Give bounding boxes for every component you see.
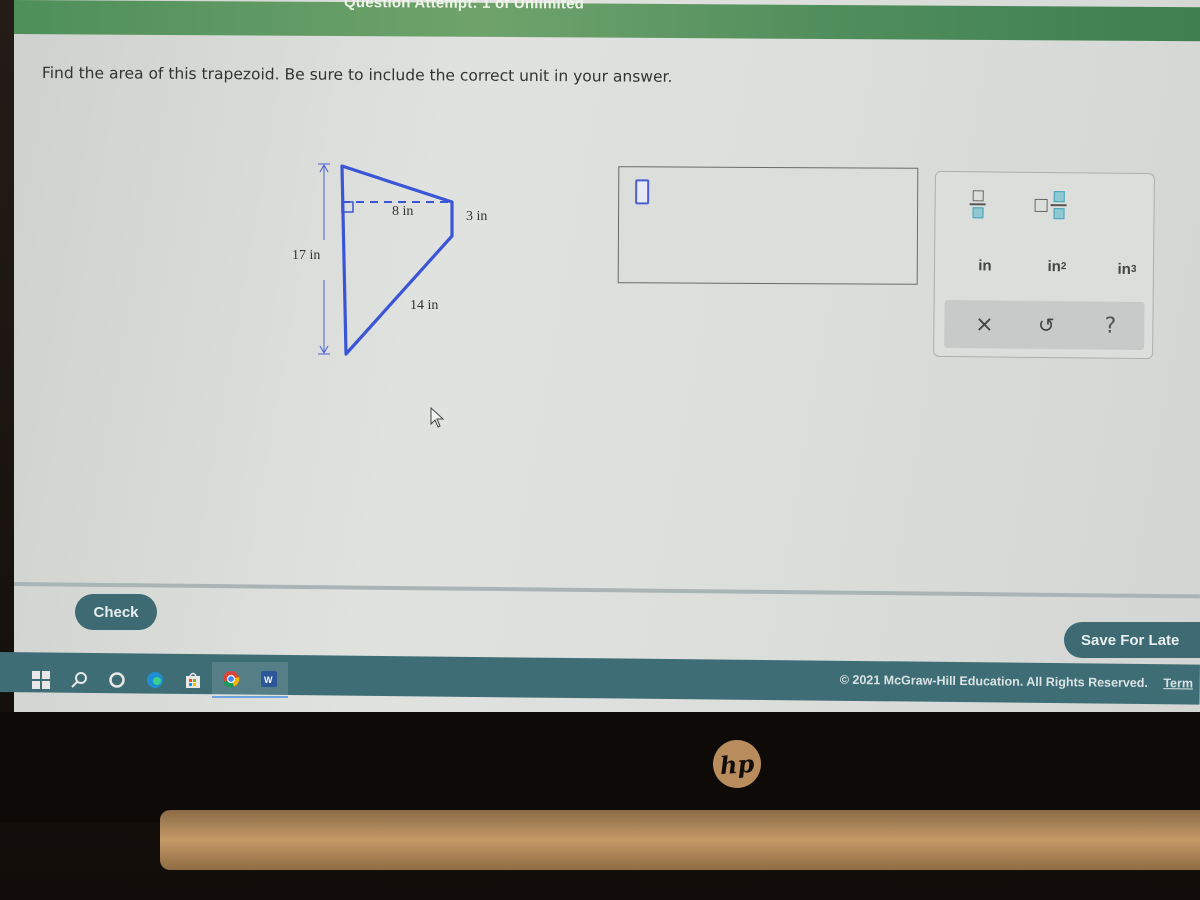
unit-in-button[interactable]: in bbox=[965, 250, 1005, 280]
taskbar-cortana[interactable] bbox=[98, 662, 136, 698]
svg-text:W: W bbox=[264, 675, 273, 685]
question-prompt: Find the area of this trapezoid. Be sure… bbox=[41, 64, 673, 86]
store-icon bbox=[186, 672, 200, 688]
mixed-number-icon bbox=[1034, 191, 1067, 219]
answer-entry-slot[interactable] bbox=[635, 179, 650, 205]
taskbar-search[interactable] bbox=[60, 662, 98, 698]
unit-in3-button[interactable]: in 3 bbox=[1105, 254, 1149, 284]
close-icon: × bbox=[975, 311, 994, 337]
section-divider bbox=[14, 582, 1200, 599]
label-top: 8 in bbox=[392, 204, 414, 219]
clear-button[interactable]: × bbox=[966, 308, 1002, 340]
unit-in-label: in bbox=[978, 256, 992, 274]
check-button[interactable]: Check bbox=[75, 594, 157, 630]
unit-in3-label: in bbox=[1117, 260, 1131, 278]
chrome-icon bbox=[223, 671, 240, 688]
label-slant-side: 14 in bbox=[410, 298, 439, 313]
edge-icon bbox=[147, 672, 163, 688]
header-title: Question Attempt: 1 of Unlimited bbox=[344, 0, 585, 13]
mouse-cursor-icon bbox=[430, 406, 446, 433]
taskbar-chrome[interactable] bbox=[212, 662, 250, 698]
label-height: 17 in bbox=[292, 248, 321, 263]
unit-in2-button[interactable]: in 2 bbox=[1035, 251, 1079, 281]
laptop-bezel bbox=[0, 712, 1200, 822]
help-button[interactable]: ? bbox=[1092, 310, 1128, 342]
word-icon: W bbox=[261, 671, 277, 687]
trapezoid-figure: 17 in 8 in 3 in 14 in bbox=[282, 152, 522, 372]
undo-button[interactable]: ↺ bbox=[1028, 309, 1064, 341]
keypad-actions-row: × ↺ ? bbox=[944, 299, 1145, 351]
terms-link[interactable]: Term bbox=[1163, 676, 1193, 690]
fraction-icon bbox=[969, 190, 986, 219]
laptop-hinge bbox=[160, 810, 1200, 870]
undo-icon: ↺ bbox=[1037, 312, 1055, 338]
search-icon bbox=[71, 672, 87, 688]
unit-in3-exponent: 3 bbox=[1130, 263, 1137, 275]
taskbar-word[interactable]: W bbox=[250, 662, 288, 698]
windows-logo-icon bbox=[32, 671, 50, 689]
copyright-text: © 2021 McGraw-Hill Education. All Rights… bbox=[839, 672, 1148, 691]
trapezoid-outline bbox=[340, 164, 454, 356]
taskbar-edge[interactable] bbox=[136, 662, 174, 698]
mixed-number-button[interactable] bbox=[1025, 185, 1075, 226]
footer-text: © 2021 McGraw-Hill Education. All Rights… bbox=[840, 673, 1193, 691]
help-icon: ? bbox=[1104, 313, 1117, 339]
unit-in2-label: in bbox=[1047, 257, 1061, 275]
cortana-icon bbox=[109, 672, 125, 688]
save-for-later-button[interactable]: Save For Late bbox=[1064, 622, 1200, 658]
windows-taskbar: W bbox=[22, 660, 322, 700]
fraction-button[interactable] bbox=[957, 184, 997, 224]
answer-input[interactable] bbox=[617, 166, 919, 285]
math-keypad: in in 2 in 3 × ↺ ? bbox=[933, 170, 1155, 360]
taskbar-store[interactable] bbox=[174, 662, 212, 698]
assignment-header-bar: Question Attempt: 1 of Unlimited bbox=[14, 0, 1200, 42]
taskbar-start[interactable] bbox=[22, 662, 60, 698]
browser-screen: Question Attempt: 1 of Unlimited Find th… bbox=[14, 0, 1200, 712]
unit-in2-exponent: 2 bbox=[1060, 260, 1067, 272]
label-short-side: 3 in bbox=[466, 209, 488, 224]
